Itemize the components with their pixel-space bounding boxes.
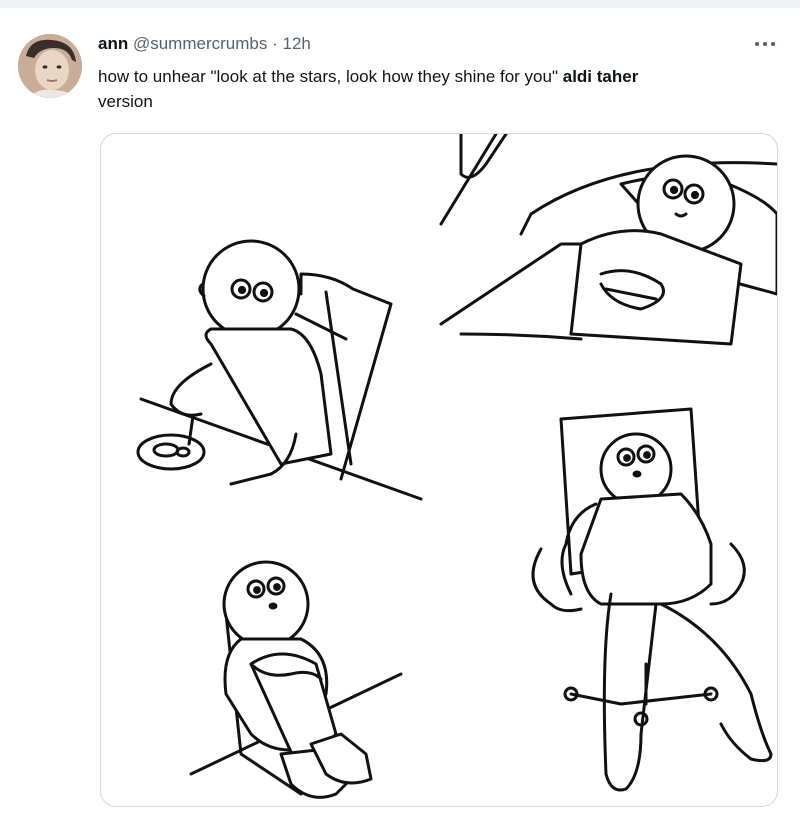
tweet-text-bold: aldi taher	[562, 67, 639, 86]
panel-sitting-on-floor	[189, 560, 403, 799]
tweet[interactable]: ann @summercrumbs · 12h how to unhear "l…	[0, 8, 800, 816]
author-name[interactable]: ann	[98, 34, 128, 53]
panel-lying-in-bed	[439, 134, 777, 346]
avatar[interactable]	[18, 34, 82, 98]
more-horizontal-icon[interactable]	[752, 34, 778, 54]
header-separator: ·	[272, 34, 278, 53]
tweet-media-image[interactable]	[100, 133, 778, 807]
tweet-text-prefix: how to unhear "look at the stars, look h…	[98, 67, 558, 86]
tweet-timestamp[interactable]: 12h	[283, 34, 311, 53]
tweet-text-suffix: version	[98, 92, 153, 111]
comic-illustration	[136, 134, 777, 799]
tweet-header: ann @summercrumbs · 12h	[98, 32, 311, 56]
tweet-text: how to unhear "look at the stars, look h…	[98, 64, 778, 114]
author-handle[interactable]: @summercrumbs	[133, 34, 267, 53]
panel-eating-at-table	[136, 239, 423, 501]
panel-sitting-in-office-chair	[531, 407, 773, 792]
top-divider	[0, 0, 800, 8]
